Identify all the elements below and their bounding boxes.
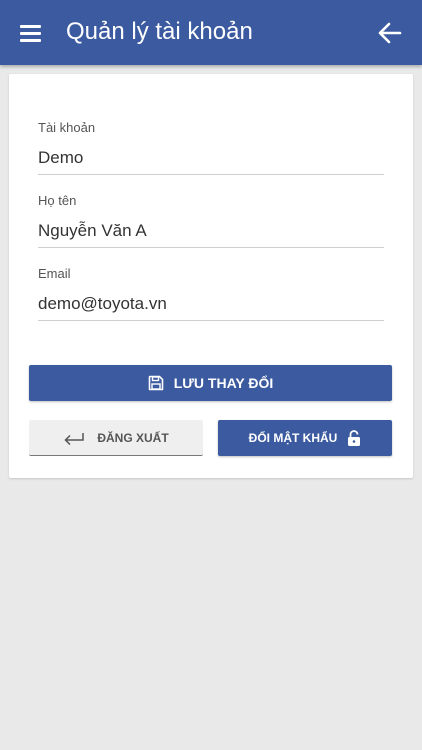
change-password-label: ĐỔI MẬT KHẨU [248, 431, 338, 445]
lock-icon [347, 429, 361, 447]
email-input[interactable] [38, 288, 384, 321]
email-field: Email [38, 266, 384, 321]
account-label: Tài khoản [38, 120, 96, 135]
back-arrow-icon[interactable] [376, 20, 404, 46]
page-title: Quản lý tài khoản [66, 18, 253, 45]
full-name-input[interactable] [38, 215, 384, 248]
logout-button[interactable]: ĐĂNG XUẤT [29, 420, 203, 456]
account-input[interactable] [38, 142, 384, 175]
full-name-field: Họ tên [38, 193, 384, 248]
account-field: Tài khoản [38, 120, 384, 175]
save-changes-label: LƯU THAY ĐỔI [173, 375, 274, 391]
logout-label: ĐĂNG XUẤT [97, 430, 169, 445]
full-name-label: Họ tên [38, 193, 77, 208]
app-bar: Quản lý tài khoản [0, 0, 422, 65]
email-label: Email [38, 266, 71, 281]
floppy-disk-icon [148, 375, 164, 391]
menu-icon[interactable] [20, 20, 46, 46]
save-changes-button[interactable]: LƯU THAY ĐỔI [29, 365, 392, 401]
account-card: Tài khoản Họ tên Email LƯU THAY ĐỔI ĐĂNG… [9, 74, 413, 478]
return-arrow-icon [63, 431, 85, 445]
change-password-button[interactable]: ĐỔI MẬT KHẨU [218, 420, 392, 456]
